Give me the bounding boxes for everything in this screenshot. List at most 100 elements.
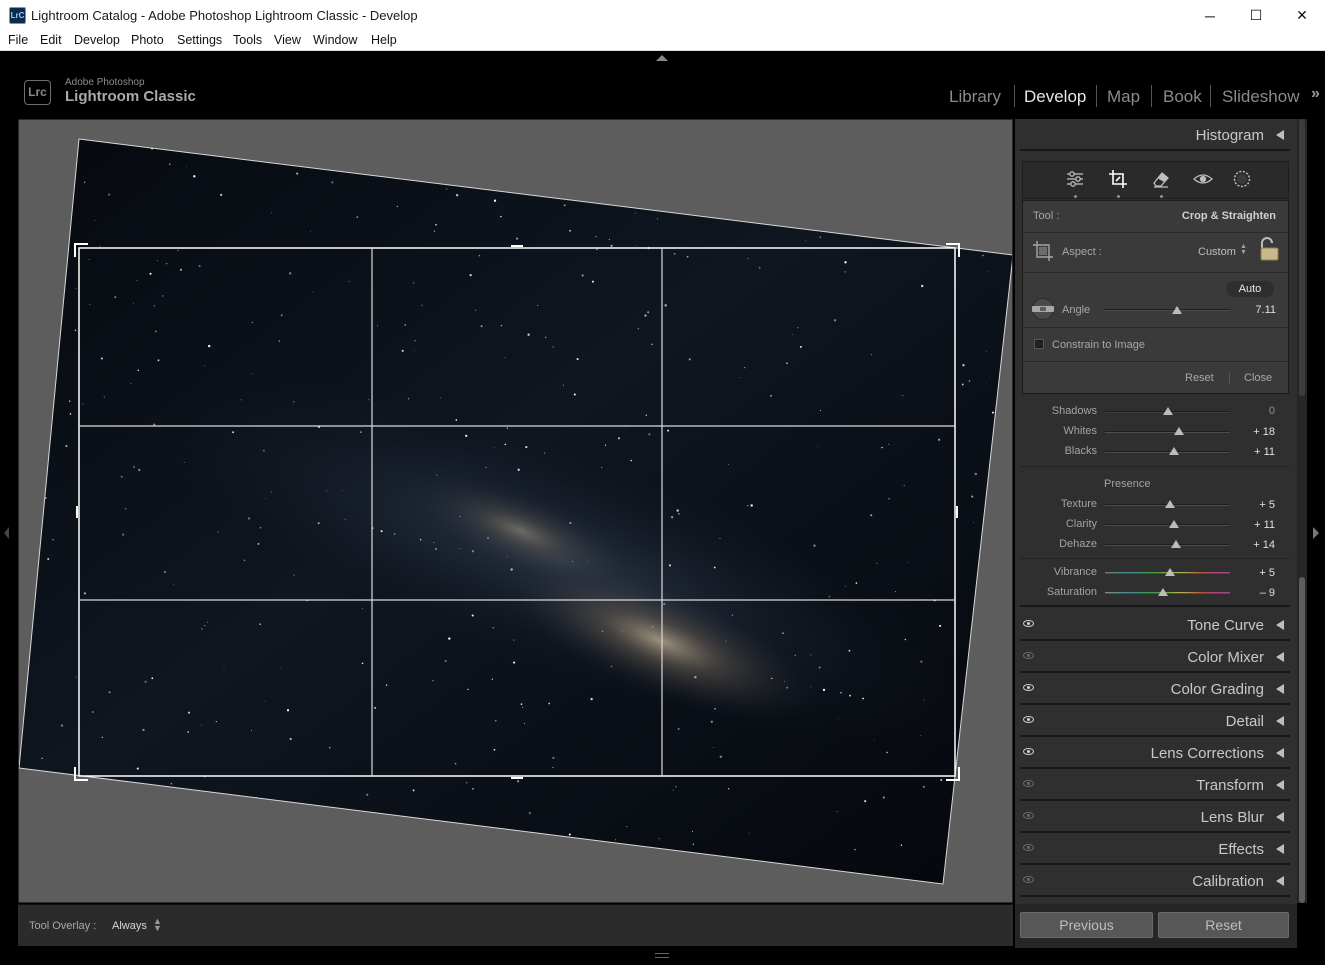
red-eye-icon[interactable] bbox=[1192, 168, 1214, 190]
panel-color-grading[interactable]: Color Grading bbox=[1020, 673, 1290, 705]
module-map[interactable]: Map bbox=[1107, 87, 1140, 107]
clarity-slider-thumb[interactable] bbox=[1168, 520, 1179, 528]
collapse-top-panel-icon[interactable] bbox=[656, 55, 668, 61]
auto-straighten-button[interactable]: Auto bbox=[1226, 281, 1274, 297]
eye-icon[interactable] bbox=[1023, 716, 1034, 723]
slider-value-texture[interactable]: + 5 bbox=[1237, 499, 1275, 511]
expand-left-panel-icon[interactable] bbox=[4, 527, 9, 539]
eye-icon[interactable] bbox=[1023, 652, 1034, 659]
collapse-triangle-icon[interactable] bbox=[1276, 652, 1284, 662]
star bbox=[311, 882, 313, 884]
collapse-triangle-icon[interactable] bbox=[1276, 844, 1284, 854]
close-window-button[interactable]: ✕ bbox=[1279, 0, 1325, 31]
masking-icon[interactable] bbox=[1231, 168, 1253, 190]
collapse-triangle-icon[interactable] bbox=[1276, 780, 1284, 790]
slider-value-vibrance[interactable]: + 5 bbox=[1237, 567, 1275, 579]
module-library[interactable]: Library bbox=[949, 87, 1001, 107]
collapse-triangle-icon[interactable] bbox=[1276, 620, 1284, 630]
healing-eraser-icon[interactable] bbox=[1150, 168, 1172, 190]
module-develop[interactable]: Develop bbox=[1024, 87, 1086, 107]
scrollbar-thumb[interactable] bbox=[1299, 577, 1305, 903]
previous-button[interactable]: Previous bbox=[1020, 912, 1153, 938]
shadows-slider-thumb[interactable] bbox=[1162, 407, 1173, 415]
eye-icon[interactable] bbox=[1023, 844, 1034, 851]
edit-sliders-icon[interactable] bbox=[1064, 168, 1086, 190]
slider-value-dehaze[interactable]: + 14 bbox=[1237, 539, 1275, 551]
panel-histogram[interactable]: Histogram bbox=[1020, 119, 1290, 151]
eye-icon[interactable] bbox=[1023, 748, 1034, 755]
updown-chevron-icon[interactable]: ▲ ▼ bbox=[153, 917, 162, 933]
panel-lens-corrections[interactable]: Lens Corrections bbox=[1020, 737, 1290, 769]
slider-value-saturation[interactable]: – 9 bbox=[1237, 587, 1275, 599]
crop-close-button[interactable]: Close bbox=[1244, 372, 1272, 384]
texture-slider-thumb[interactable] bbox=[1165, 500, 1175, 508]
collapse-triangle-icon[interactable] bbox=[1276, 130, 1284, 140]
minimize-button[interactable]: ─ bbox=[1187, 0, 1233, 31]
module-slideshow[interactable]: Slideshow bbox=[1222, 87, 1300, 107]
dehaze-slider-track[interactable] bbox=[1105, 544, 1230, 546]
panel-detail[interactable]: Detail bbox=[1020, 705, 1290, 737]
whites-slider-thumb[interactable] bbox=[1173, 427, 1184, 435]
menu-develop[interactable]: Develop bbox=[74, 33, 120, 47]
panel-tone-curve[interactable]: Tone Curve bbox=[1020, 609, 1290, 641]
blacks-slider-track[interactable] bbox=[1105, 451, 1230, 453]
constrain-checkbox[interactable] bbox=[1034, 339, 1044, 349]
crop-icon[interactable] bbox=[1107, 168, 1129, 190]
panel-calibration[interactable]: Calibration bbox=[1020, 865, 1290, 897]
star bbox=[794, 654, 796, 656]
eye-icon[interactable] bbox=[1023, 780, 1034, 787]
aspect-select[interactable]: Custom bbox=[1198, 246, 1236, 258]
eye-icon[interactable] bbox=[1023, 620, 1034, 627]
vibrance-slider-thumb[interactable] bbox=[1165, 568, 1175, 576]
crop-frame-icon[interactable] bbox=[1031, 239, 1055, 263]
straighten-level-icon[interactable] bbox=[1029, 297, 1057, 321]
menu-window[interactable]: Window bbox=[313, 33, 357, 47]
panel-effects[interactable]: Effects bbox=[1020, 833, 1290, 865]
panel-transform[interactable]: Transform bbox=[1020, 769, 1290, 801]
angle-slider-thumb[interactable] bbox=[1172, 306, 1183, 314]
collapse-triangle-icon[interactable] bbox=[1276, 748, 1284, 758]
constrain-label[interactable]: Constrain to Image bbox=[1052, 339, 1145, 351]
reset-button[interactable]: Reset bbox=[1158, 912, 1289, 938]
collapse-triangle-icon[interactable] bbox=[1276, 876, 1284, 886]
angle-value[interactable]: 7.11 bbox=[1255, 304, 1276, 316]
angle-slider-track[interactable] bbox=[1104, 309, 1230, 311]
right-panel-scrollbar[interactable] bbox=[1297, 119, 1307, 903]
menu-view[interactable]: View bbox=[274, 33, 301, 47]
crop-reset-button[interactable]: Reset bbox=[1185, 372, 1214, 384]
collapse-triangle-icon[interactable] bbox=[1276, 812, 1284, 822]
slider-value-blacks[interactable]: + 11 bbox=[1237, 446, 1275, 458]
tool-overlay-select[interactable]: Always bbox=[112, 920, 147, 932]
collapse-triangle-icon[interactable] bbox=[1276, 684, 1284, 694]
panel-lens-blur[interactable]: Lens Blur bbox=[1020, 801, 1290, 833]
unlocked-padlock-icon[interactable] bbox=[1256, 236, 1280, 263]
menu-help[interactable]: Help bbox=[371, 33, 397, 47]
slider-value-whites[interactable]: + 18 bbox=[1237, 426, 1275, 438]
filmstrip-grip-icon[interactable] bbox=[655, 953, 669, 958]
menu-tools[interactable]: Tools bbox=[233, 33, 262, 47]
saturation-slider-track[interactable] bbox=[1105, 592, 1230, 594]
collapse-triangle-icon[interactable] bbox=[1276, 716, 1284, 726]
crop-workspace[interactable] bbox=[19, 120, 1013, 903]
panel-color-mixer[interactable]: Color Mixer bbox=[1020, 641, 1290, 673]
menu-photo[interactable]: Photo bbox=[131, 33, 164, 47]
menu-settings[interactable]: Settings bbox=[177, 33, 222, 47]
maximize-button[interactable]: ☐ bbox=[1233, 0, 1279, 31]
slider-value-shadows[interactable]: 0 bbox=[1237, 405, 1275, 417]
eye-icon[interactable] bbox=[1023, 684, 1034, 691]
eye-icon[interactable] bbox=[1023, 812, 1034, 819]
saturation-slider-thumb[interactable] bbox=[1157, 588, 1168, 596]
slider-value-clarity[interactable]: + 11 bbox=[1237, 519, 1275, 531]
more-modules-icon[interactable]: » bbox=[1311, 85, 1320, 103]
menu-edit[interactable]: Edit bbox=[40, 33, 62, 47]
menu-file[interactable]: File bbox=[8, 33, 28, 47]
collapse-right-panel-icon[interactable] bbox=[1313, 527, 1319, 539]
photo-canvas[interactable] bbox=[18, 119, 1013, 903]
module-book[interactable]: Book bbox=[1163, 87, 1202, 107]
updown-chevron-icon[interactable]: ▲ ▼ bbox=[1240, 243, 1247, 256]
eye-icon[interactable] bbox=[1023, 876, 1034, 883]
whites-slider-track[interactable] bbox=[1105, 431, 1230, 433]
clarity-slider-track[interactable] bbox=[1105, 524, 1230, 526]
blacks-slider-thumb[interactable] bbox=[1168, 447, 1179, 455]
dehaze-slider-thumb[interactable] bbox=[1171, 540, 1182, 548]
